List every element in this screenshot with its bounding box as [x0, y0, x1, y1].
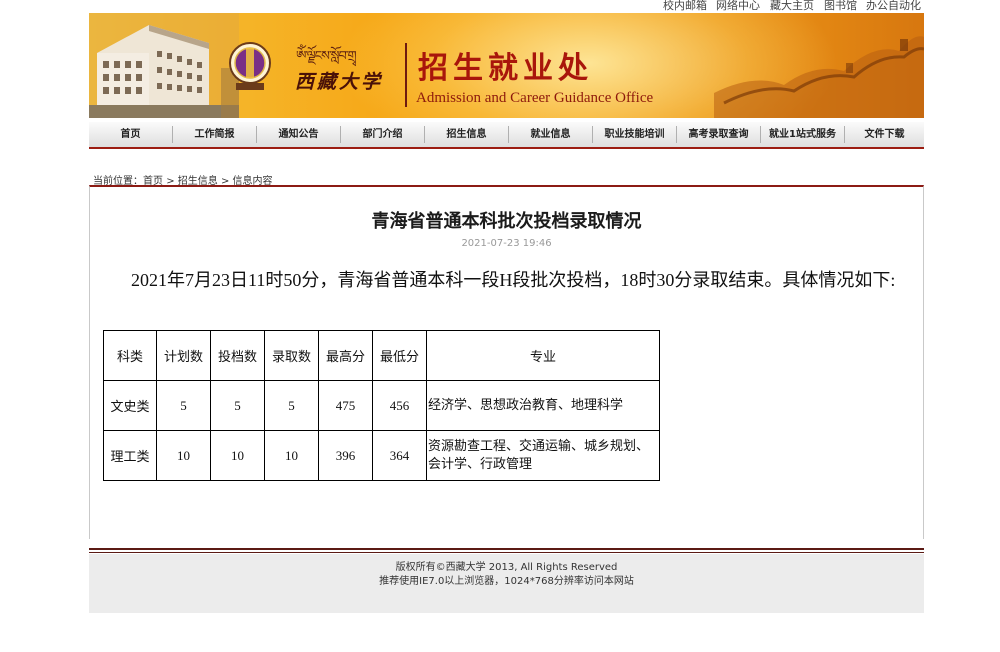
office-title-cn: 招生就业处 [418, 51, 593, 86]
top-link-homepage[interactable]: 藏大主页 [770, 0, 814, 13]
top-links: 校内邮箱 网络中心 藏大主页 图书馆 办公自动化 [89, 0, 924, 13]
article-date: 2021-07-23 19:46 [461, 238, 552, 249]
table-header-cell: 最高分 [318, 330, 373, 381]
header-banner: ༀ་ལྗོངས་སློབ་གྲྭ 西藏大学 招生就业处 Admission an… [89, 13, 924, 118]
nav-department[interactable]: 部门介绍 [341, 122, 424, 147]
table-header-cell: 投档数 [210, 330, 265, 381]
nav-exam-query[interactable]: 高考录取查询 [677, 122, 760, 147]
table-cell: 10 [156, 430, 211, 481]
table-cell: 5 [264, 380, 319, 431]
nav-admission-info[interactable]: 招生信息 [425, 122, 508, 147]
nav-one-stop-service[interactable]: 就业1站式服务 [761, 122, 844, 147]
top-link-oa[interactable]: 办公自动化 [866, 0, 921, 13]
office-title-en: Admission and Career Guidance Office [416, 90, 654, 106]
table-cell: 396 [318, 430, 373, 481]
table-cell: 文史类 [103, 380, 157, 431]
table-cell: 5 [210, 380, 265, 431]
footer-rule [89, 548, 924, 550]
main-nav: 首页 工作简报 通知公告 部门介绍 招生信息 就业信息 职业技能培训 高考录取查… [89, 122, 924, 149]
footer: 版权所有©西藏大学 2013, All Rights Reserved 推荐使用… [89, 554, 924, 613]
table-cell: 10 [264, 430, 319, 481]
table-row: 文史类 5 5 5 475 456 经济学、思想政治教育、地理科学 [103, 380, 660, 431]
footer-copyright: 版权所有©西藏大学 2013, All Rights Reserved [395, 562, 618, 573]
great-wall-image [714, 36, 924, 118]
admission-table: 科类 计划数 投档数 录取数 最高分 最低分 专业 文史类 5 5 5 475 … [103, 330, 660, 481]
table-header-cell: 录取数 [264, 330, 319, 381]
footer-rule [89, 552, 924, 553]
table-cell: 475 [318, 380, 373, 431]
article-title: 青海省普通本科批次投档录取情况 [371, 211, 642, 232]
table-cell: 理工类 [103, 430, 157, 481]
footer-browser-note: 推荐使用IE7.0以上浏览器，1024*768分辨率访问本网站 [379, 576, 634, 587]
table-header-cell: 计划数 [156, 330, 211, 381]
university-seal-logo [229, 42, 271, 90]
table-cell: 364 [372, 430, 427, 481]
article-body: 2021年7月23日11时50分，青海省普通本科一段H段批次投档，18时30分录… [131, 270, 896, 290]
table-header-cell: 最低分 [372, 330, 427, 381]
table-header-cell: 专业 [426, 330, 660, 381]
table-cell-major: 经济学、思想政治教育、地理科学 [426, 380, 660, 431]
table-header-row: 科类 计划数 投档数 录取数 最高分 最低分 专业 [103, 330, 660, 381]
nav-employment-info[interactable]: 就业信息 [509, 122, 592, 147]
nav-downloads[interactable]: 文件下载 [845, 122, 924, 147]
table-header-cell: 科类 [103, 330, 157, 381]
table-cell: 5 [156, 380, 211, 431]
article-box: 青海省普通本科批次投档录取情况 2021-07-23 19:46 2021年7月… [89, 185, 924, 539]
top-link-network[interactable]: 网络中心 [716, 0, 760, 13]
table-cell: 10 [210, 430, 265, 481]
university-name: 西藏大学 [295, 71, 384, 93]
table-row: 理工类 10 10 10 396 364 资源勘查工程、交通运输、城乡规划、会计… [103, 430, 660, 481]
top-link-mail[interactable]: 校内邮箱 [663, 0, 707, 13]
table-cell-major: 资源勘查工程、交通运输、城乡规划、会计学、行政管理 [426, 430, 660, 481]
nav-work-briefing[interactable]: 工作简报 [173, 122, 256, 147]
table-cell: 456 [372, 380, 427, 431]
nav-notices[interactable]: 通知公告 [257, 122, 340, 147]
top-link-library[interactable]: 图书馆 [824, 0, 857, 13]
nav-skills-training[interactable]: 职业技能培训 [593, 122, 676, 147]
header-divider [405, 43, 407, 107]
nav-home[interactable]: 首页 [89, 122, 172, 147]
campus-building-image [89, 13, 239, 118]
